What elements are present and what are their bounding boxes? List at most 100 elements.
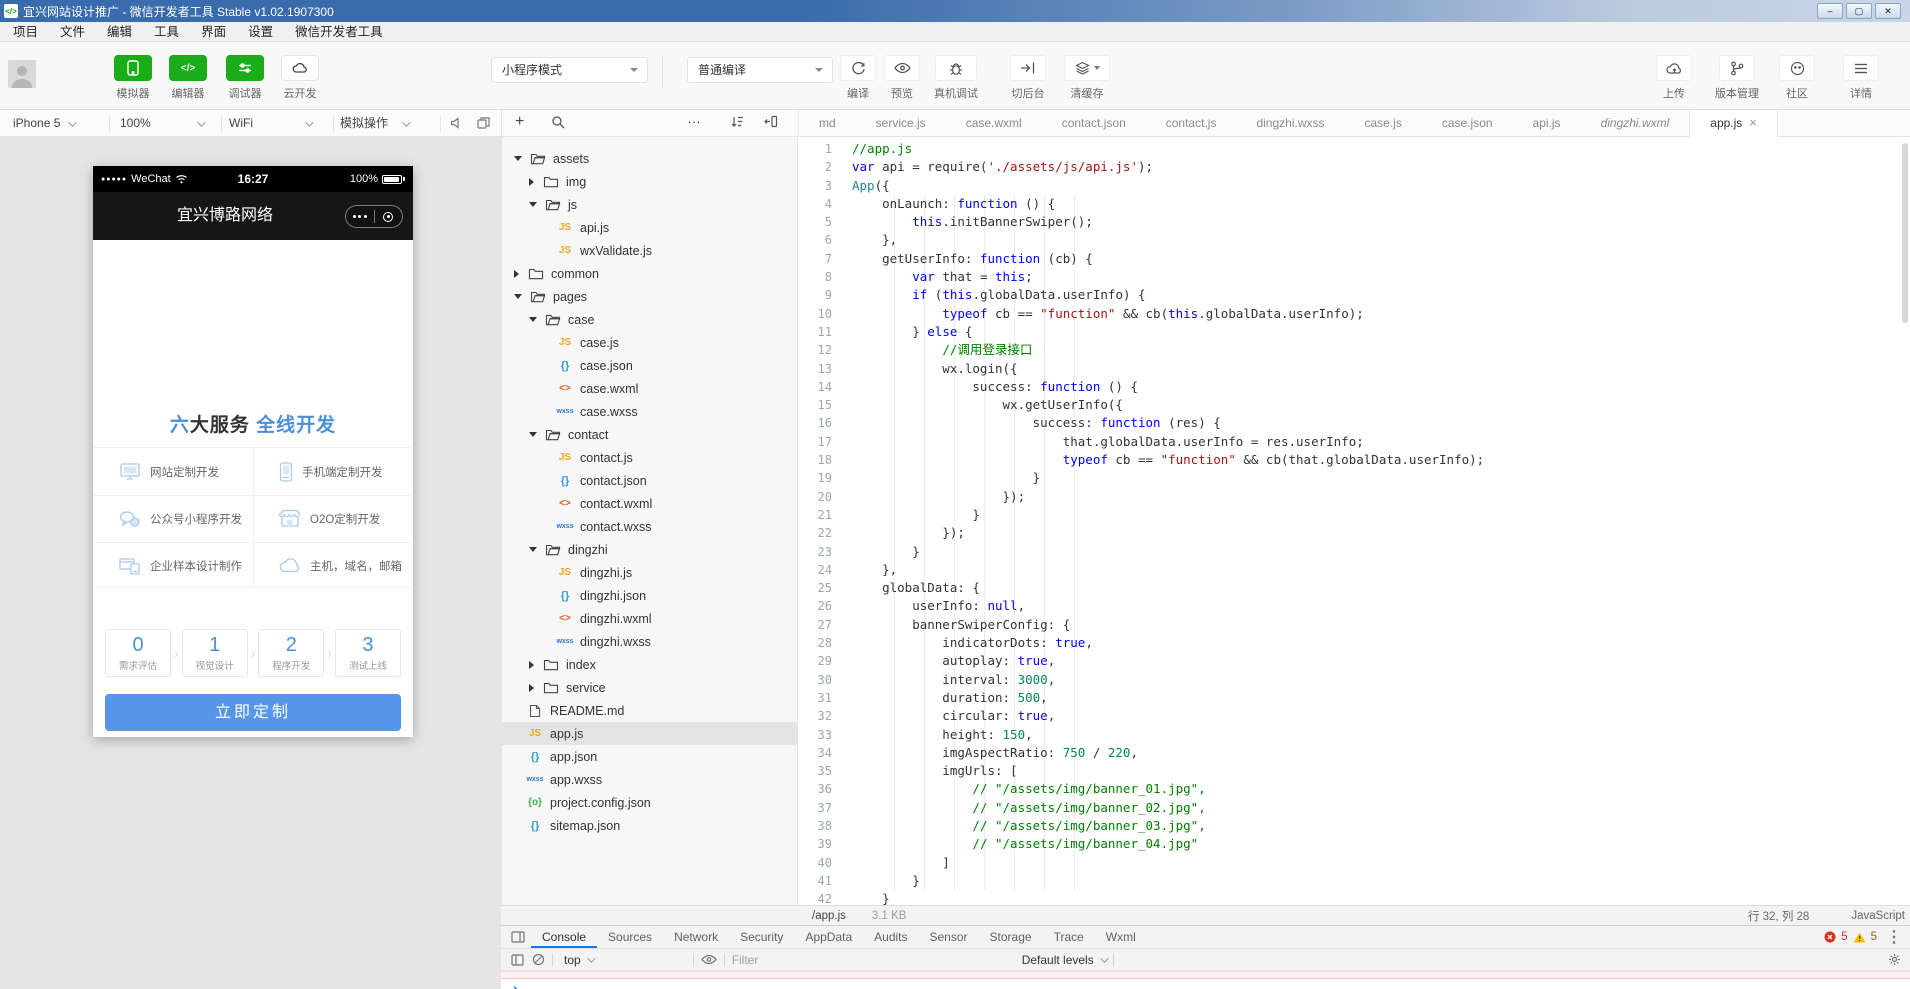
code-line[interactable]: 33 height: 150, [798, 726, 1910, 744]
menu-item-2[interactable]: 编辑 [96, 22, 143, 42]
file-row-api.js[interactable]: JSapi.js [502, 216, 797, 239]
file-row-contact.wxml[interactable]: <>contact.wxml [502, 492, 797, 515]
code-line[interactable]: 20 }); [798, 488, 1910, 506]
devtools-tab-network[interactable]: Network [663, 926, 729, 948]
filter-input[interactable] [732, 953, 1022, 967]
code-line[interactable]: 41 } [798, 872, 1910, 890]
code-line[interactable]: 25 globalData: { [798, 579, 1910, 597]
network-select[interactable]: WiFi [229, 110, 311, 136]
code-line[interactable]: 27 bannerSwiperConfig: { [798, 616, 1910, 634]
minimize-button[interactable]: – [1817, 3, 1843, 19]
code-editor[interactable]: 1//app.js2var api = require('./assets/js… [798, 137, 1910, 905]
devtools-tab-wxml[interactable]: Wxml [1095, 926, 1147, 948]
twisty-open-icon[interactable] [514, 294, 522, 299]
language-mode[interactable]: JavaScript [1851, 910, 1905, 922]
avatar[interactable] [8, 60, 36, 88]
twisty-closed-icon[interactable] [514, 270, 519, 278]
file-row-case.json[interactable]: {}case.json [502, 354, 797, 377]
mode-select[interactable]: 小程序模式 [491, 57, 648, 83]
file-row-service[interactable]: service [502, 676, 797, 699]
service-item-miniprogram-dev[interactable]: 公众号小程序开发 [93, 495, 253, 542]
twisty-closed-icon[interactable] [529, 661, 534, 669]
code-line[interactable]: 32 circular: true, [798, 707, 1910, 725]
code-line[interactable]: 12 //调用登录接口 [798, 341, 1910, 359]
file-row-case.wxml[interactable]: <>case.wxml [502, 377, 797, 400]
devtools-tab-sensor[interactable]: Sensor [919, 926, 979, 948]
file-row-assets[interactable]: assets [502, 147, 797, 170]
file-row-dingzhi.wxss[interactable]: wxssdingzhi.wxss [502, 630, 797, 653]
code-line[interactable]: 4 onLaunch: function () { [798, 195, 1910, 213]
add-file-button[interactable]: + [515, 113, 524, 131]
code-line[interactable]: 42 } [798, 890, 1910, 905]
tab-dingzhi.wxml[interactable]: dingzhi.wxml [1581, 110, 1690, 137]
code-line[interactable]: 38 // "/assets/img/banner_03.jpg", [798, 817, 1910, 835]
file-row-sitemap.json[interactable]: {}sitemap.json [502, 814, 797, 837]
service-item-hosting-service[interactable]: 主机，域名，邮箱 [253, 542, 413, 589]
code-line[interactable]: 6 }, [798, 231, 1910, 249]
code-line[interactable]: 37 // "/assets/img/banner_02.jpg", [798, 799, 1910, 817]
code-line[interactable]: 18 typeof cb == "function" && cb(that.gl… [798, 451, 1910, 469]
menu-item-1[interactable]: 文件 [49, 22, 96, 42]
log-levels-select[interactable]: Default levels [1022, 953, 1094, 967]
tab-service.js[interactable]: service.js [856, 110, 946, 137]
tab-md[interactable]: md [799, 110, 856, 137]
code-line[interactable]: 40 ] [798, 854, 1910, 872]
debugger-toggle[interactable]: 调试器 [223, 55, 267, 101]
code-line[interactable]: 24 }, [798, 561, 1910, 579]
code-line[interactable]: 16 success: function (res) { [798, 414, 1910, 432]
search-icon[interactable] [551, 115, 565, 129]
file-row-img[interactable]: img [502, 170, 797, 193]
devtools-tab-sources[interactable]: Sources [597, 926, 663, 948]
remote-debug-button[interactable]: 真机调试 [926, 55, 986, 101]
file-row-index[interactable]: index [502, 653, 797, 676]
devtools-tab-appdata[interactable]: AppData [794, 926, 863, 948]
code-line[interactable]: 26 userInfo: null, [798, 597, 1910, 615]
twisty-closed-icon[interactable] [529, 178, 534, 186]
menu-item-0[interactable]: 项目 [2, 22, 49, 42]
console-prompt[interactable]: › [513, 980, 518, 989]
device-select[interactable]: iPhone 5 [13, 110, 74, 136]
service-item-web-dev[interactable]: 网站定制开发 [93, 448, 253, 495]
tab-case.json[interactable]: case.json [1422, 110, 1513, 137]
simulator-toggle[interactable]: 模拟器 [111, 55, 155, 101]
file-row-project.config.json[interactable]: {o}project.config.json [502, 791, 797, 814]
tab-case.js[interactable]: case.js [1344, 110, 1421, 137]
code-line[interactable]: 35 imgUrls: [ [798, 762, 1910, 780]
switch-background-button[interactable]: 切后台 [998, 55, 1058, 101]
file-row-case[interactable]: case [502, 308, 797, 331]
code-line[interactable]: 14 success: function () { [798, 378, 1910, 396]
menu-item-5[interactable]: 设置 [237, 22, 284, 42]
file-row-app.json[interactable]: {}app.json [502, 745, 797, 768]
code-line[interactable]: 7 getUserInfo: function (cb) { [798, 250, 1910, 268]
version-control-button[interactable]: 版本管理 [1707, 55, 1767, 101]
code-line[interactable]: 17 that.globalData.userInfo = res.userIn… [798, 433, 1910, 451]
tab-dingzhi.wxss[interactable]: dingzhi.wxss [1236, 110, 1344, 137]
error-log-row[interactable] [501, 971, 1910, 979]
code-line[interactable]: 34 imgAspectRatio: 750 / 220, [798, 744, 1910, 762]
twisty-open-icon[interactable] [529, 202, 537, 207]
file-row-contact[interactable]: contact [502, 423, 797, 446]
file-row-common[interactable]: common [502, 262, 797, 285]
twisty-closed-icon[interactable] [529, 684, 534, 692]
file-row-dingzhi.wxml[interactable]: <>dingzhi.wxml [502, 607, 797, 630]
file-row-dingzhi.js[interactable]: JSdingzhi.js [502, 561, 797, 584]
code-line[interactable]: 28 indicatorDots: true, [798, 634, 1910, 652]
clouddev-button[interactable]: 云开发 [278, 55, 322, 101]
sidebar-toggle-icon[interactable] [511, 954, 524, 966]
file-row-case.js[interactable]: JScase.js [502, 331, 797, 354]
live-expression-icon[interactable] [701, 954, 717, 965]
file-row-dingzhi[interactable]: dingzhi [502, 538, 797, 561]
code-line[interactable]: 23 } [798, 543, 1910, 561]
code-line[interactable]: 31 duration: 500, [798, 689, 1910, 707]
code-line[interactable]: 8 var that = this; [798, 268, 1910, 286]
customize-now-button[interactable]: 立即定制 [105, 694, 401, 731]
code-line[interactable]: 22 }); [798, 524, 1910, 542]
code-line[interactable]: 9 if (this.globalData.userInfo) { [798, 286, 1910, 304]
file-row-js[interactable]: js [502, 193, 797, 216]
dock-icon[interactable] [511, 931, 525, 943]
details-button[interactable]: 详情 [1831, 55, 1891, 101]
file-row-app.js[interactable]: JSapp.js [502, 722, 797, 745]
sort-icon[interactable] [730, 115, 744, 128]
file-row-contact.js[interactable]: JScontact.js [502, 446, 797, 469]
service-item-design-service[interactable]: 企业样本设计制作 [93, 542, 253, 589]
